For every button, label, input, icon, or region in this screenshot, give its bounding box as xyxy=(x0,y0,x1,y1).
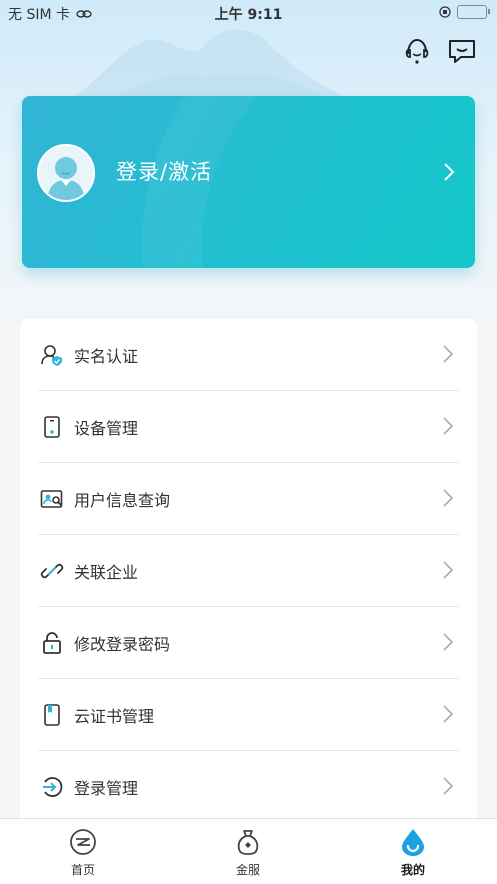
water-drop-icon xyxy=(373,827,453,857)
id-card-search-icon xyxy=(40,487,64,511)
user-avatar-icon[interactable] xyxy=(37,144,95,202)
menu-label: 用户信息查询 xyxy=(74,490,171,510)
settings-menu: 实名认证 设备管理 用户信息查询 关联企业 修改登录密码 云证书管理 登录管理 xyxy=(20,319,477,839)
menu-label: 实名认证 xyxy=(74,346,139,366)
chevron-right-icon xyxy=(443,705,453,723)
orientation-lock-icon xyxy=(439,6,451,18)
chevron-right-icon xyxy=(443,633,453,651)
menu-item-cloud-certificate[interactable]: 云证书管理 xyxy=(38,679,459,751)
chevron-right-icon xyxy=(443,561,453,579)
menu-label: 修改登录密码 xyxy=(74,634,171,654)
menu-label: 设备管理 xyxy=(74,418,139,438)
tab-bar: 首页 金服 我的 xyxy=(0,818,497,884)
certificate-icon xyxy=(40,703,64,727)
tab-home[interactable]: 首页 xyxy=(43,827,123,878)
menu-label: 云证书管理 xyxy=(74,706,155,726)
tab-label: 金服 xyxy=(235,863,260,877)
menu-item-change-password[interactable]: 修改登录密码 xyxy=(38,607,459,679)
home-logo-icon xyxy=(43,827,123,857)
menu-item-real-name-auth[interactable]: 实名认证 xyxy=(38,319,459,391)
lock-icon xyxy=(40,631,64,655)
login-icon xyxy=(40,775,64,799)
phone-device-icon xyxy=(40,415,64,439)
login-card[interactable]: 登录/激活 xyxy=(22,96,475,268)
menu-item-linked-enterprise[interactable]: 关联企业 xyxy=(38,535,459,607)
menu-item-login-management[interactable]: 登录管理 xyxy=(38,751,459,823)
tab-label: 我的 xyxy=(400,863,425,877)
header-actions xyxy=(401,36,477,66)
chevron-right-icon xyxy=(443,345,453,363)
menu-item-user-info-query[interactable]: 用户信息查询 xyxy=(38,463,459,535)
chevron-right-icon xyxy=(444,163,455,181)
tab-label: 首页 xyxy=(70,863,95,877)
money-bag-icon xyxy=(208,827,288,857)
tab-mine[interactable]: 我的 xyxy=(373,827,453,878)
menu-label: 关联企业 xyxy=(74,562,139,582)
status-bar: 无 SIM 卡 上午 9:11 xyxy=(0,0,497,26)
clock: 上午 9:11 xyxy=(214,7,283,23)
link-icon xyxy=(40,559,64,583)
battery-icon xyxy=(457,5,490,19)
chevron-right-icon xyxy=(443,489,453,507)
tab-finance[interactable]: 金服 xyxy=(208,827,288,878)
login-activate-label[interactable]: 登录/激活 xyxy=(116,156,212,186)
message-icon[interactable] xyxy=(447,36,477,66)
customer-service-icon[interactable] xyxy=(401,36,431,66)
chevron-right-icon xyxy=(443,777,453,795)
menu-label: 登录管理 xyxy=(74,778,139,798)
verified-user-icon xyxy=(40,343,64,367)
chevron-right-icon xyxy=(443,417,453,435)
menu-item-device-management[interactable]: 设备管理 xyxy=(38,391,459,463)
